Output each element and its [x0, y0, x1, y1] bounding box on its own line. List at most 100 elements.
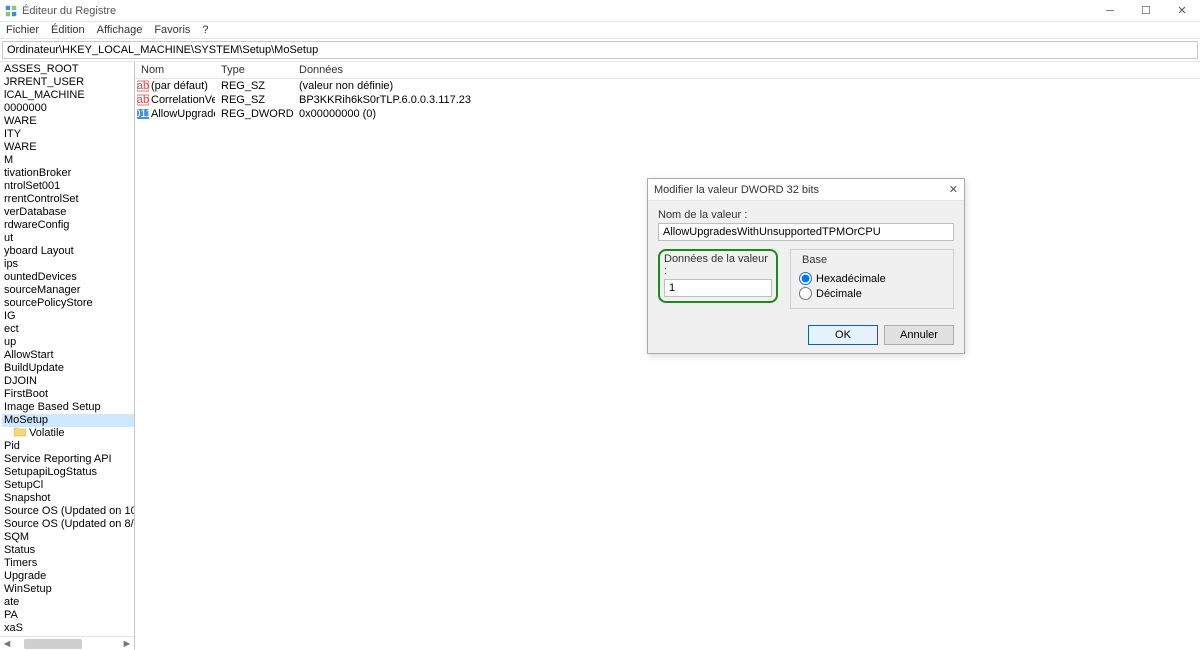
tree-item[interactable]: Volatile — [2, 427, 134, 440]
tree-item[interactable]: Snapshot — [2, 492, 134, 505]
tree-list[interactable]: ASSES_ROOTJRRENT_USERlCAL_MACHINE0000000… — [0, 62, 134, 636]
dialog-close-icon[interactable]: ✕ — [932, 183, 958, 196]
titlebar: Éditeur du Registre ─ ☐ ✕ — [0, 0, 1200, 22]
tree-item-label: rdwareConfig — [4, 219, 69, 231]
tree-item[interactable]: SetupapiLogStatus — [2, 466, 134, 479]
scroll-right-icon[interactable]: ► — [120, 637, 134, 650]
value-name-field[interactable] — [658, 223, 954, 241]
tree-item[interactable]: JRRENT_USER — [2, 76, 134, 89]
scroll-left-icon[interactable]: ◄ — [0, 637, 14, 650]
radio-dec-input[interactable] — [799, 287, 812, 300]
tree-item[interactable]: lCAL_MACHINE — [2, 89, 134, 102]
tree-item[interactable]: Pid — [2, 440, 134, 453]
tree-item[interactable]: PA — [2, 609, 134, 622]
tree-item-label: yboard Layout — [4, 245, 74, 257]
tree-item[interactable]: FirstBoot — [2, 388, 134, 401]
tree-item[interactable]: ITY — [2, 128, 134, 141]
cell-name: (par défaut) — [151, 80, 208, 92]
scroll-thumb[interactable] — [24, 639, 82, 649]
menu-help[interactable]: ? — [202, 24, 208, 36]
ok-button[interactable]: OK — [808, 325, 878, 345]
tree-item[interactable]: Status — [2, 544, 134, 557]
tree-item[interactable]: Source OS (Updated on 8/23/2019 11:40: — [2, 518, 134, 531]
cancel-button[interactable]: Annuler — [884, 325, 954, 345]
tree-item-label: SQM — [4, 531, 29, 543]
tree-item[interactable]: rrentControlSet — [2, 193, 134, 206]
address-input[interactable] — [2, 41, 1198, 59]
tree-item[interactable]: SetupCl — [2, 479, 134, 492]
tree-item[interactable]: ips — [2, 258, 134, 271]
menu-favorites[interactable]: Favoris — [154, 24, 190, 36]
tree-item-label: ut — [4, 232, 13, 244]
tree-item[interactable]: yboard Layout — [2, 245, 134, 258]
tree-item[interactable]: ate — [2, 596, 134, 609]
menubar: Fichier Édition Affichage Favoris ? — [0, 22, 1200, 38]
radio-hex-input[interactable] — [799, 272, 812, 285]
tree-item-label: JRRENT_USER — [4, 76, 84, 88]
minimize-button[interactable]: ─ — [1092, 0, 1128, 22]
dialog-titlebar[interactable]: Modifier la valeur DWORD 32 bits ✕ — [648, 179, 964, 201]
base-fieldset: Base Hexadécimale Décimale — [790, 249, 954, 309]
tree-item[interactable]: sourceManager — [2, 284, 134, 297]
tree-item[interactable]: MoSetup — [2, 414, 134, 427]
tree-item[interactable]: WARE — [2, 115, 134, 128]
edit-dword-dialog: Modifier la valeur DWORD 32 bits ✕ Nom d… — [647, 178, 965, 354]
tree-item[interactable]: Upgrade — [2, 570, 134, 583]
tree-item[interactable]: WinSetup — [2, 583, 134, 596]
svg-text:ab: ab — [137, 94, 149, 106]
tree-item[interactable]: Timers — [2, 557, 134, 570]
tree-item[interactable]: DJOIN — [2, 375, 134, 388]
cell-data: 0x00000000 (0) — [293, 108, 1200, 120]
tree-item[interactable]: 0000000 — [2, 102, 134, 115]
tree-item-label: Image Based Setup — [4, 401, 101, 413]
tree-item[interactable]: tivationBroker — [2, 167, 134, 180]
radio-dec[interactable]: Décimale — [799, 287, 945, 300]
tree-item[interactable]: M — [2, 154, 134, 167]
tree-item-label: tivationBroker — [4, 167, 71, 179]
value-data-field[interactable] — [664, 279, 772, 297]
maximize-button[interactable]: ☐ — [1128, 0, 1164, 22]
tree-item[interactable]: sourcePolicyStore — [2, 297, 134, 310]
tree-item[interactable]: xaS — [2, 622, 134, 635]
tree-item[interactable]: rdwareConfig — [2, 219, 134, 232]
tree-item[interactable]: ut — [2, 232, 134, 245]
tree-item[interactable]: WARE — [2, 141, 134, 154]
tree-horizontal-scrollbar[interactable]: ◄ ► — [0, 636, 134, 650]
addressbar — [0, 38, 1200, 62]
tree-item[interactable]: Service Reporting API — [2, 453, 134, 466]
list-row[interactable]: abCorrelationVectorREG_SZBP3KKRih6kS0rTL… — [135, 93, 1200, 107]
tree-item[interactable]: verDatabase — [2, 206, 134, 219]
tree-item[interactable]: ASSES_ROOT — [2, 63, 134, 76]
col-header-name[interactable]: Nom — [135, 62, 215, 78]
tree-item[interactable]: AllowStart — [2, 349, 134, 362]
tree-item[interactable]: ountedDevices — [2, 271, 134, 284]
tree-item-label: Source OS (Updated on 8/23/2019 11:40: — [4, 518, 134, 530]
tree-item-label: M — [4, 154, 13, 166]
list-row[interactable]: ab(par défaut)REG_SZ(valeur non définie) — [135, 79, 1200, 93]
tree-item[interactable]: up — [2, 336, 134, 349]
col-header-data[interactable]: Données — [293, 62, 1200, 78]
tree-item[interactable]: Source OS (Updated on 10/30/2020 15:0 — [2, 505, 134, 518]
tree-item-label: Pid — [4, 440, 20, 452]
tree-item[interactable]: Image Based Setup — [2, 401, 134, 414]
menu-edit[interactable]: Édition — [51, 24, 85, 36]
tree-item-label: ITY — [4, 128, 21, 140]
close-button[interactable]: ✕ — [1164, 0, 1200, 22]
list-row[interactable]: 011AllowUpgrades...REG_DWORD0x00000000 (… — [135, 107, 1200, 121]
tree-item-label: xaS — [4, 622, 23, 634]
scroll-track[interactable] — [14, 637, 120, 650]
tree-item[interactable]: IG — [2, 310, 134, 323]
tree-item[interactable]: ntrolSet001 — [2, 180, 134, 193]
menu-file[interactable]: Fichier — [6, 24, 39, 36]
radio-hex[interactable]: Hexadécimale — [799, 272, 945, 285]
col-header-type[interactable]: Type — [215, 62, 293, 78]
tree-item[interactable]: BuildUpdate — [2, 362, 134, 375]
list-pane: Nom Type Données ab(par défaut)REG_SZ(va… — [135, 62, 1200, 650]
tree-item-label: ate — [4, 596, 19, 608]
menu-view[interactable]: Affichage — [97, 24, 143, 36]
tree-item-label: Upgrade — [4, 570, 46, 582]
regedit-icon — [4, 4, 18, 18]
tree-item[interactable]: ect — [2, 323, 134, 336]
tree-pane: ASSES_ROOTJRRENT_USERlCAL_MACHINE0000000… — [0, 62, 135, 650]
tree-item[interactable]: SQM — [2, 531, 134, 544]
